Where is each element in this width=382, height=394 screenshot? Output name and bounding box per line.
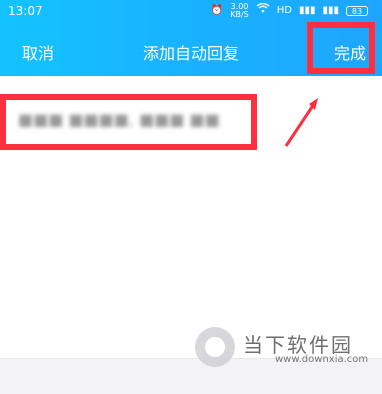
- watermark: 当下软件园 www.downxia.com: [195, 327, 369, 367]
- network-speed: 3.00 KB/S: [230, 2, 249, 19]
- watermark-logo-icon: [195, 327, 235, 367]
- battery-icon: 83: [346, 6, 368, 16]
- signal-icon: ▮▮▮: [298, 5, 316, 16]
- hd-icon: HD: [276, 5, 292, 16]
- reply-text-blurred: ■■■ ■■■■, ■■■ ■■: [18, 110, 220, 129]
- annotation-arrow-icon: [284, 98, 318, 147]
- wifi-icon: [256, 0, 270, 22]
- watermark-url: www.downxia.com: [275, 354, 369, 365]
- status-icons: ⏰ 3.00 KB/S HD ▮▮▮ ▮▮▮ 83: [211, 0, 368, 22]
- alarm-icon: ⏰: [210, 5, 224, 16]
- reply-input-highlight[interactable]: ■■■ ■■■■, ■■■ ■■: [0, 94, 257, 150]
- signal-icon-2: ▮▮▮: [322, 5, 339, 16]
- status-bar: 13:07 ⏰ 3.00 KB/S HD ▮▮▮ ▮▮▮ 83: [0, 0, 382, 22]
- status-time: 13:07: [8, 4, 43, 18]
- done-highlight-box: [307, 22, 375, 74]
